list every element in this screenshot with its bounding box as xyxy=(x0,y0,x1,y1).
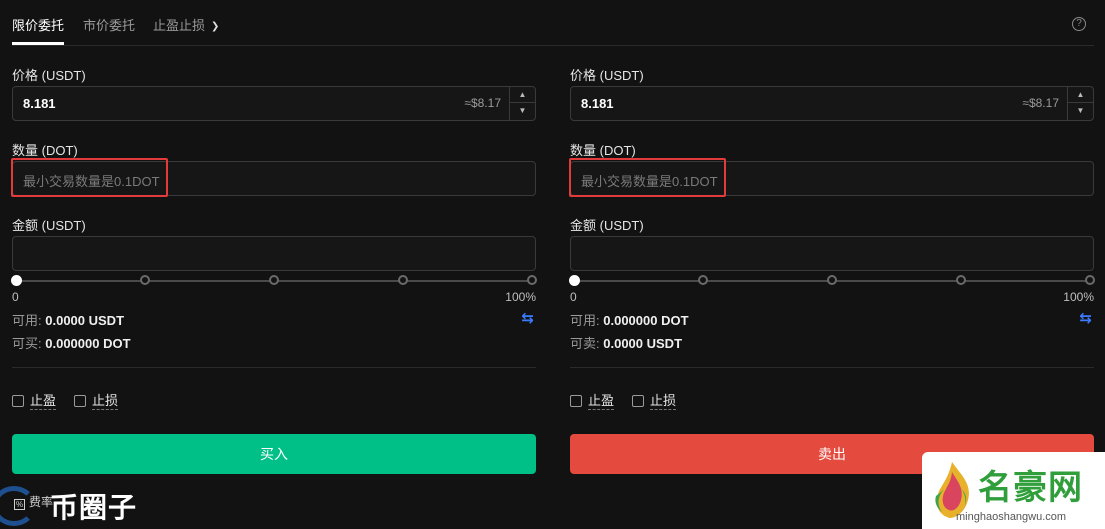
slider-mark-50[interactable] xyxy=(269,275,279,285)
watermark-right: 名豪网 minghaoshangwu.com xyxy=(922,452,1105,529)
stop-loss-label: 止损 xyxy=(650,393,677,410)
quantity-label: 数量 (DOT) xyxy=(12,143,78,158)
slider-min-label: 0 xyxy=(570,290,577,304)
sell-panel: 价格 (USDT) 8.181 ≈$8.17 ▲ ▼ 数量 (DOT) 最小交易… xyxy=(569,0,1095,529)
checkbox-icon xyxy=(570,395,582,407)
price-label: 价格 (USDT) xyxy=(12,68,86,83)
max-sell-value: 0.0000 USDT xyxy=(603,336,683,351)
price-value: 8.181 xyxy=(581,96,614,111)
take-profit-label: 止盈 xyxy=(588,393,615,410)
slider-mark-100[interactable] xyxy=(1085,275,1095,285)
available-label: 可用: xyxy=(12,313,42,328)
stop-loss-label: 止损 xyxy=(92,393,119,410)
slider-handle[interactable] xyxy=(11,275,22,286)
checkbox-icon xyxy=(74,395,86,407)
available-balance: 可用: 0.0000 USDT xyxy=(12,310,124,329)
quantity-label: 数量 (DOT) xyxy=(570,143,636,158)
slider-mark-75[interactable] xyxy=(956,275,966,285)
divider xyxy=(12,367,536,368)
available-value: 0.000000 DOT xyxy=(603,313,689,328)
percentage-slider[interactable] xyxy=(11,275,537,286)
price-stepper: ▲ ▼ xyxy=(509,87,535,120)
slider-handle[interactable] xyxy=(569,275,580,286)
percent-icon: % xyxy=(14,499,25,510)
price-approx: ≈$8.17 xyxy=(464,96,501,110)
available-balance: 可用: 0.000000 DOT xyxy=(570,310,689,329)
amount-label: 金额 (USDT) xyxy=(12,218,86,233)
max-buy-value: 0.000000 DOT xyxy=(45,336,131,351)
amount-input[interactable] xyxy=(12,236,536,271)
price-input[interactable]: 8.181 ≈$8.17 ▲ ▼ xyxy=(12,86,536,121)
watermark-brand: 币圈子 xyxy=(50,491,138,524)
slider-mark-50[interactable] xyxy=(827,275,837,285)
decrement-icon[interactable]: ▼ xyxy=(1068,103,1093,119)
watermark-left: % 费率 币圈子 xyxy=(0,480,160,529)
max-buy-label: 可买: xyxy=(12,336,42,351)
checkbox-icon xyxy=(12,395,24,407)
take-profit-label: 止盈 xyxy=(30,393,57,410)
slider-mark-75[interactable] xyxy=(398,275,408,285)
quantity-input[interactable]: 最小交易数量是0.1DOT xyxy=(11,158,536,197)
transfer-icon[interactable]: ⇆ xyxy=(521,309,534,327)
fee-rate[interactable]: % 费率 xyxy=(14,493,53,510)
available-value: 0.0000 USDT xyxy=(45,313,125,328)
highlight-annotation xyxy=(569,158,726,197)
watermark-brand: 名豪网 xyxy=(978,468,1083,508)
available-label: 可用: xyxy=(570,313,600,328)
max-buy: 可买: 0.000000 DOT xyxy=(12,333,131,352)
stop-loss-checkbox[interactable]: 止损 xyxy=(74,390,119,410)
checkbox-icon xyxy=(632,395,644,407)
percentage-slider[interactable] xyxy=(569,275,1095,286)
decrement-icon[interactable]: ▼ xyxy=(510,103,535,119)
take-profit-checkbox[interactable]: 止盈 xyxy=(12,390,57,410)
quantity-input[interactable]: 最小交易数量是0.1DOT xyxy=(569,158,1094,197)
slider-max-label: 100% xyxy=(505,290,536,304)
watermark-url: minghaoshangwu.com xyxy=(956,511,1067,523)
slider-mark-25[interactable] xyxy=(140,275,150,285)
price-label: 价格 (USDT) xyxy=(570,68,644,83)
price-approx: ≈$8.17 xyxy=(1022,96,1059,110)
price-stepper: ▲ ▼ xyxy=(1067,87,1093,120)
price-input[interactable]: 8.181 ≈$8.17 ▲ ▼ xyxy=(570,86,1094,121)
divider xyxy=(570,367,1094,368)
buy-panel: 价格 (USDT) 8.181 ≈$8.17 ▲ ▼ 数量 (DOT) 最小交易… xyxy=(11,0,537,529)
take-profit-checkbox[interactable]: 止盈 xyxy=(570,390,615,410)
slider-mark-25[interactable] xyxy=(698,275,708,285)
amount-label: 金额 (USDT) xyxy=(570,218,644,233)
buy-button[interactable]: 买入 xyxy=(12,434,536,474)
highlight-annotation xyxy=(11,158,168,197)
slider-mark-100[interactable] xyxy=(527,275,537,285)
transfer-icon[interactable]: ⇆ xyxy=(1079,309,1092,327)
stop-loss-checkbox[interactable]: 止损 xyxy=(632,390,677,410)
amount-input[interactable] xyxy=(570,236,1094,271)
price-value: 8.181 xyxy=(23,96,56,111)
increment-icon[interactable]: ▲ xyxy=(1068,87,1093,103)
increment-icon[interactable]: ▲ xyxy=(510,87,535,103)
slider-min-label: 0 xyxy=(12,290,19,304)
max-sell: 可卖: 0.0000 USDT xyxy=(570,333,682,352)
max-sell-label: 可卖: xyxy=(570,336,600,351)
slider-max-label: 100% xyxy=(1063,290,1094,304)
